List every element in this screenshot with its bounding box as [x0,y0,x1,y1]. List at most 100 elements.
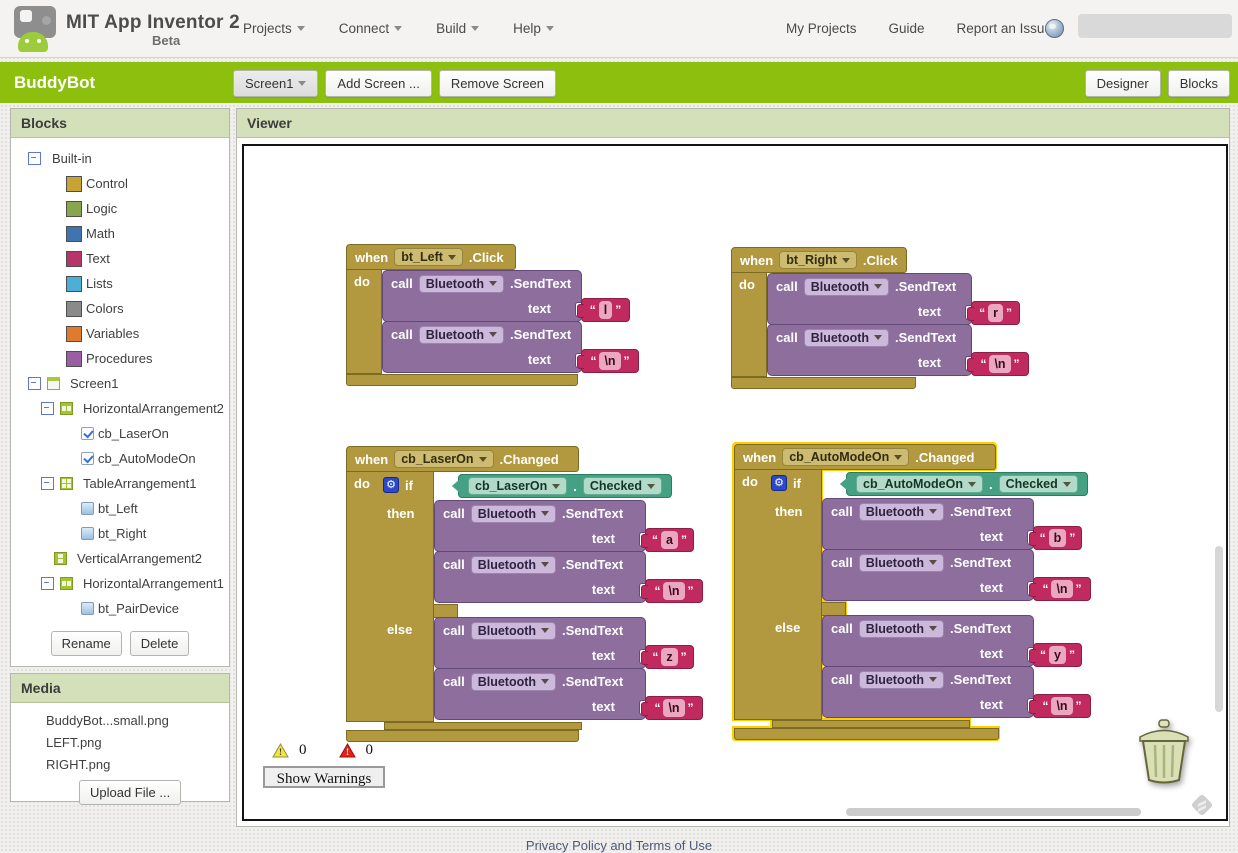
menu-projects[interactable]: Projects [243,21,305,36]
screen-selector-dropdown[interactable]: Screen1 [233,70,319,97]
text-string-value[interactable]: r [988,304,1003,322]
text-string-value[interactable]: a [661,531,678,549]
collapse-expander-icon[interactable] [41,477,54,490]
tree-item-cb_automodeon[interactable]: cb_AutoModeOn [11,446,229,471]
collapse-expander-icon[interactable] [28,377,41,390]
tree-item-colors[interactable]: Colors [11,296,229,321]
text-string-value[interactable]: b [1048,529,1067,547]
text-string-value[interactable]: l [598,301,613,319]
language-globe-icon[interactable] [1045,19,1064,38]
show-warnings-button[interactable]: Show Warnings [263,766,385,788]
component-dropdown[interactable]: cb_LaserOn [468,477,568,495]
add-screen-button[interactable]: Add Screen ... [325,70,432,97]
call-bluetooth-sendtext-block[interactable]: call Bluetooth .SendText text “a” [434,500,694,552]
media-file-item[interactable]: RIGHT.png [11,754,229,776]
text-string-block[interactable]: “\n” [967,352,1029,376]
designer-button[interactable]: Designer [1084,70,1161,97]
component-dropdown[interactable]: Bluetooth [418,325,505,344]
tree-item-screen1[interactable]: Screen1 [11,371,229,396]
media-file-item[interactable]: BuddyBot...small.png [11,710,229,732]
component-dropdown[interactable]: Bluetooth [470,504,557,523]
collapse-expander-icon[interactable] [41,402,54,415]
checkbox-checked-property-block[interactable]: cb_LaserOn. Checked [458,474,672,498]
tree-item-verticalarrangement2[interactable]: VerticalArrangement2 [11,546,229,571]
text-string-block[interactable]: “y” [1029,643,1082,667]
mutator-gear-icon[interactable]: ⚙ [383,477,399,493]
component-dropdown[interactable]: cb_AutoModeOn [856,475,983,493]
component-dropdown[interactable]: Bluetooth [858,619,945,638]
text-string-block[interactable]: “z” [641,645,694,669]
component-dropdown[interactable]: Bluetooth [470,555,557,574]
menu-connect[interactable]: Connect [339,21,403,36]
component-dropdown[interactable]: Bluetooth [858,502,945,521]
collapse-expander-icon[interactable] [41,577,54,590]
component-dropdown[interactable]: Bluetooth [470,621,557,640]
text-string-value[interactable]: \n [663,582,685,600]
tree-item-horizontalarrangement2[interactable]: HorizontalArrangement2 [11,396,229,421]
tree-item-bt_left[interactable]: bt_Left [11,496,229,521]
call-bluetooth-sendtext-block[interactable]: call Bluetooth .SendText text “r” [767,273,1020,325]
text-string-block[interactable]: “\n” [577,349,639,373]
event-component-dropdown[interactable]: bt_Left [394,248,463,266]
tree-item-logic[interactable]: Logic [11,196,229,221]
tree-item-procedures[interactable]: Procedures [11,346,229,371]
property-dropdown[interactable]: Checked [582,477,662,495]
rename-button[interactable]: Rename [50,631,122,656]
media-file-item[interactable]: LEFT.png [11,732,229,754]
vertical-scrollbar-thumb[interactable] [1215,546,1223,712]
call-bluetooth-sendtext-block[interactable]: call Bluetooth .SendText text “\n” [434,551,703,603]
collapse-expander-icon[interactable] [28,152,41,165]
text-string-block[interactable]: “\n” [641,579,703,603]
text-string-block[interactable]: “l” [577,298,630,322]
tree-item-math[interactable]: Math [11,221,229,246]
component-dropdown[interactable]: Bluetooth [470,672,557,691]
tree-item-built-in[interactable]: Built-in [11,146,229,171]
blocks-canvas[interactable]: ! 0 ! 0 Show Warnings when bt_Left .Click d… [242,144,1228,821]
tree-item-tablearrangement1[interactable]: TableArrangement1 [11,471,229,496]
text-string-block[interactable]: “\n” [1029,694,1091,718]
tree-item-horizontalarrangement1[interactable]: HorizontalArrangement1 [11,571,229,596]
event-component-dropdown[interactable]: cb_LaserOn [394,450,494,468]
text-string-value[interactable]: \n [663,699,685,717]
call-bluetooth-sendtext-block[interactable]: call Bluetooth .SendText text “\n” [822,549,1091,601]
event-component-dropdown[interactable]: bt_Right [779,251,857,269]
tree-item-cb_laseron[interactable]: cb_LaserOn [11,421,229,446]
when-cb-automodeon-changed[interactable]: when cb_AutoModeOn .Changed do ⚙ if then else cb… [734,444,1164,746]
when-bt-right-click[interactable]: when bt_Right .Click do call Bluetooth .SendTe… [731,247,1102,403]
horizontal-scrollbar-thumb[interactable] [846,808,1141,816]
upload-file-button[interactable]: Upload File ... [79,780,182,805]
tree-item-variables[interactable]: Variables [11,321,229,346]
checkbox-checked-property-block[interactable]: cb_AutoModeOn. Checked [846,472,1088,496]
text-string-value[interactable]: \n [1051,697,1073,715]
account-email-redacted[interactable] [1078,14,1232,38]
call-bluetooth-sendtext-block[interactable]: call Bluetooth .SendText text “z” [434,617,694,669]
tree-item-text[interactable]: Text [11,246,229,271]
text-string-value[interactable]: \n [989,355,1011,373]
text-string-value[interactable]: z [661,648,678,666]
component-dropdown[interactable]: Bluetooth [418,274,505,293]
component-dropdown[interactable]: Bluetooth [858,553,945,572]
menu-build[interactable]: Build [436,21,480,36]
when-cb-laseron-changed[interactable]: when cb_LaserOn .Changed do ⚙ if then else cb_La… [346,446,776,748]
when-bt-left-click[interactable]: when bt_Left .Click do call Bluetooth .SendTex… [346,244,712,400]
property-dropdown[interactable]: Checked [998,475,1078,493]
call-bluetooth-sendtext-block[interactable]: call Bluetooth .SendText text “\n” [434,668,703,720]
delete-button[interactable]: Delete [129,631,190,656]
text-string-value[interactable]: \n [1051,580,1073,598]
call-bluetooth-sendtext-block[interactable]: call Bluetooth .SendText text “y” [822,615,1082,667]
text-string-block[interactable]: “\n” [641,696,703,720]
remove-screen-button[interactable]: Remove Screen [438,70,557,97]
call-bluetooth-sendtext-block[interactable]: call Bluetooth .SendText text “b” [822,498,1082,550]
link-report-an-issue[interactable]: Report an Issue [957,21,1052,36]
text-string-block[interactable]: “\n” [1029,577,1091,601]
tree-item-control[interactable]: Control [11,171,229,196]
text-string-block[interactable]: “a” [641,528,694,552]
tree-item-bt_right[interactable]: bt_Right [11,521,229,546]
text-string-value[interactable]: \n [599,352,621,370]
component-dropdown[interactable]: Bluetooth [803,328,890,347]
text-string-value[interactable]: y [1049,646,1066,664]
tree-item-bt_pairdevice[interactable]: bt_PairDevice [11,596,229,621]
call-bluetooth-sendtext-block[interactable]: call Bluetooth .SendText text “l” [382,270,630,322]
blocks-button[interactable]: Blocks [1167,70,1230,97]
event-component-dropdown[interactable]: cb_AutoModeOn [782,448,910,466]
